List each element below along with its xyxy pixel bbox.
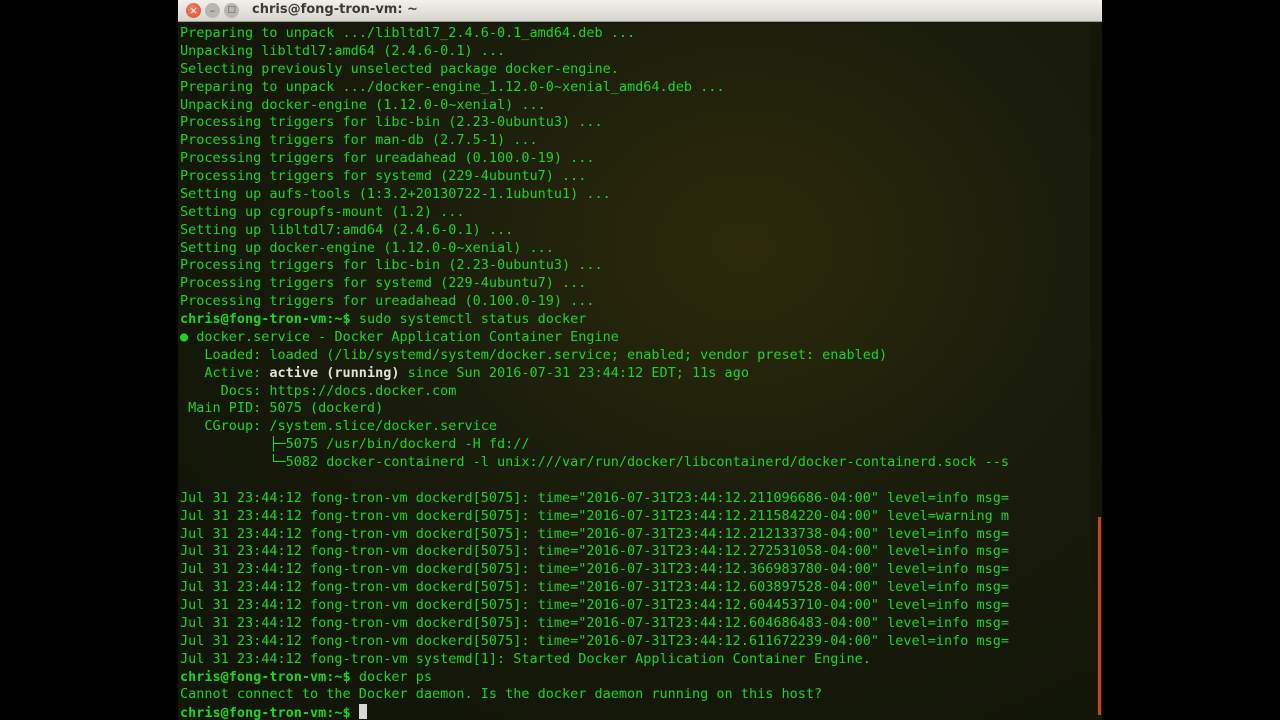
terminal-line-text: ├─5075 /usr/bin/dockerd -H fd:// xyxy=(180,436,530,453)
close-icon[interactable]: × xyxy=(186,3,201,18)
terminal-line: Processing triggers for man-db (2.7.5-1)… xyxy=(180,132,1090,150)
terminal-line: chris@fong-tron-vm:~$ sudo systemctl sta… xyxy=(180,311,1090,329)
terminal-line-text: docker.service - Docker Application Cont… xyxy=(188,328,619,345)
shell-prompt: chris@fong-tron-vm:~$ xyxy=(180,311,359,327)
terminal-line: ├─5075 /usr/bin/dockerd -H fd:// xyxy=(180,436,1090,454)
terminal-line: Jul 31 23:44:12 fong-tron-vm dockerd[507… xyxy=(180,526,1090,544)
active-status-value: active (running) xyxy=(269,364,400,381)
status-field-detail: since Sun 2016-07-31 23:44:12 EDT; 11s a… xyxy=(399,364,749,381)
terminal-line: Preparing to unpack .../docker-engine_1.… xyxy=(180,79,1090,97)
terminal-line-text: Jul 31 23:44:12 fong-tron-vm dockerd[507… xyxy=(180,543,1010,560)
terminal-line: chris@fong-tron-vm:~$ xyxy=(180,704,1090,720)
terminal-window: × – □ chris@fong-tron-vm: ~ Preparing to… xyxy=(178,0,1102,720)
terminal-line: Setting up cgroupfs-mount (1.2) ... xyxy=(180,204,1090,222)
terminal-line: Jul 31 23:44:12 fong-tron-vm dockerd[507… xyxy=(180,508,1090,526)
terminal-line: Jul 31 23:44:12 fong-tron-vm dockerd[507… xyxy=(180,597,1090,615)
terminal-line: Setting up docker-engine (1.12.0-0~xenia… xyxy=(180,240,1090,258)
title-bar[interactable]: × – □ chris@fong-tron-vm: ~ xyxy=(178,0,1102,22)
terminal-line-text: Processing triggers for libc-bin (2.23-0… xyxy=(180,114,603,131)
terminal-output[interactable]: Preparing to unpack .../libltdl7_2.4.6-0… xyxy=(178,24,1090,720)
terminal-line-text: Processing triggers for ureadahead (0.10… xyxy=(180,150,595,167)
terminal-line-text: Processing triggers for systemd (229-4ub… xyxy=(180,275,587,292)
terminal-line-text: Setting up docker-engine (1.12.0-0~xenia… xyxy=(180,239,554,256)
status-field-label: Active: xyxy=(180,364,270,381)
window-title: chris@fong-tron-vm: ~ xyxy=(252,2,418,17)
terminal-line-text: Setting up libltdl7:amd64 (2.4.6-0.1) ..… xyxy=(180,221,514,238)
maximize-icon[interactable]: □ xyxy=(224,3,239,18)
scrollbar-thumb[interactable] xyxy=(1098,517,1101,715)
terminal-line: Jul 31 23:44:12 fong-tron-vm dockerd[507… xyxy=(180,579,1090,597)
terminal-line-text: Setting up aufs-tools (1:3.2+20130722-1.… xyxy=(180,185,611,202)
terminal-line: Cannot connect to the Docker daemon. Is … xyxy=(180,686,1090,704)
terminal-line: Processing triggers for ureadahead (0.10… xyxy=(180,293,1090,311)
terminal-line: Selecting previously unselected package … xyxy=(180,61,1090,79)
text-cursor xyxy=(358,704,367,720)
terminal-line-text: Docs: https://docs.docker.com xyxy=(180,382,457,399)
terminal-line: Jul 31 23:44:12 fong-tron-vm systemd[1]:… xyxy=(180,651,1090,669)
terminal-line-text: Processing triggers for man-db (2.7.5-1)… xyxy=(180,132,538,149)
terminal-line-text: Processing triggers for systemd (229-4ub… xyxy=(180,168,587,184)
terminal-line-text: Loaded: loaded (/lib/systemd/system/dock… xyxy=(180,346,888,363)
terminal-line: Processing triggers for systemd (229-4ub… xyxy=(180,275,1090,293)
terminal-line: Jul 31 23:44:12 fong-tron-vm dockerd[507… xyxy=(180,615,1090,633)
terminal-line: Processing triggers for libc-bin (2.23-0… xyxy=(180,114,1090,132)
terminal-line: Jul 31 23:44:12 fong-tron-vm dockerd[507… xyxy=(180,561,1090,579)
scrollbar[interactable] xyxy=(1090,24,1102,720)
terminal-line: Docs: https://docs.docker.com xyxy=(180,383,1090,401)
terminal-line-text: Unpacking libltdl7:amd64 (2.4.6-0.1) ... xyxy=(180,42,506,59)
terminal-line-text: Jul 31 23:44:12 fong-tron-vm dockerd[507… xyxy=(180,597,1010,613)
terminal-line: Jul 31 23:44:12 fong-tron-vm dockerd[507… xyxy=(180,490,1090,508)
terminal-line: chris@fong-tron-vm:~$ docker ps xyxy=(180,669,1090,687)
terminal-line-text: Preparing to unpack .../docker-engine_1.… xyxy=(180,78,725,95)
terminal-line-text: Processing triggers for libc-bin (2.23-0… xyxy=(180,257,603,274)
terminal-line: Main PID: 5075 (dockerd) xyxy=(180,400,1090,418)
terminal-line: Processing triggers for libc-bin (2.23-0… xyxy=(180,257,1090,275)
terminal-line-text: Setting up cgroupfs-mount (1.2) ... xyxy=(180,203,465,220)
terminal-line: Unpacking docker-engine (1.12.0-0~xenial… xyxy=(180,97,1090,115)
terminal-line-text: Jul 31 23:44:12 fong-tron-vm dockerd[507… xyxy=(180,579,1010,596)
terminal-line: Preparing to unpack .../libltdl7_2.4.6-0… xyxy=(180,25,1090,43)
terminal-line: Processing triggers for systemd (229-4ub… xyxy=(180,168,1090,186)
terminal-line: Unpacking libltdl7:amd64 (2.4.6-0.1) ... xyxy=(180,43,1090,61)
terminal-line: Jul 31 23:44:12 fong-tron-vm dockerd[507… xyxy=(180,633,1090,651)
terminal-line-text: └─5082 docker-containerd -l unix:///var/… xyxy=(180,454,1010,470)
terminal-line: └─5082 docker-containerd -l unix:///var/… xyxy=(180,454,1090,472)
shell-command: sudo systemctl status docker xyxy=(358,311,587,327)
terminal-line: Active: active (running) since Sun 2016-… xyxy=(180,365,1090,383)
terminal-line-text: Cannot connect to the Docker daemon. Is … xyxy=(180,686,823,703)
terminal-line-text: Processing triggers for ureadahead (0.10… xyxy=(180,293,595,310)
terminal-line: Setting up libltdl7:amd64 (2.4.6-0.1) ..… xyxy=(180,222,1090,240)
terminal-line-text: Jul 31 23:44:12 fong-tron-vm dockerd[507… xyxy=(180,525,1010,542)
terminal-line-text: CGroup: /system.slice/docker.service xyxy=(180,418,497,435)
terminal-line-text: Unpacking docker-engine (1.12.0-0~xenial… xyxy=(180,96,546,113)
terminal-lines: Preparing to unpack .../libltdl7_2.4.6-0… xyxy=(180,25,1090,720)
terminal-line-text: Jul 31 23:44:12 fong-tron-vm dockerd[507… xyxy=(180,632,1010,649)
shell-prompt: chris@fong-tron-vm:~$ xyxy=(180,705,359,720)
terminal-line: Processing triggers for ureadahead (0.10… xyxy=(180,150,1090,168)
terminal-line-text: Selecting previously unselected package … xyxy=(180,60,619,77)
shell-prompt: chris@fong-tron-vm:~$ xyxy=(180,668,359,685)
minimize-icon[interactable]: – xyxy=(205,3,220,18)
status-dot-icon: ● xyxy=(180,328,189,345)
terminal-line-text: Jul 31 23:44:12 fong-tron-vm dockerd[507… xyxy=(180,507,1010,524)
terminal-line: Jul 31 23:44:12 fong-tron-vm dockerd[507… xyxy=(180,543,1090,561)
terminal-line-text: Jul 31 23:44:12 fong-tron-vm systemd[1]:… xyxy=(180,650,871,667)
terminal-line-text: Jul 31 23:44:12 fong-tron-vm dockerd[507… xyxy=(180,561,1010,578)
shell-command: docker ps xyxy=(358,668,432,685)
terminal-line: ● docker.service - Docker Application Co… xyxy=(180,329,1090,347)
terminal-line: Setting up aufs-tools (1:3.2+20130722-1.… xyxy=(180,186,1090,204)
terminal-line-text: Preparing to unpack .../libltdl7_2.4.6-0… xyxy=(180,25,636,41)
terminal-line-text: Jul 31 23:44:12 fong-tron-vm dockerd[507… xyxy=(180,614,1010,631)
terminal-line: Loaded: loaded (/lib/systemd/system/dock… xyxy=(180,347,1090,365)
terminal-line-text: Jul 31 23:44:12 fong-tron-vm dockerd[507… xyxy=(180,489,1010,506)
terminal-line: CGroup: /system.slice/docker.service xyxy=(180,418,1090,436)
terminal-line-text: Main PID: 5075 (dockerd) xyxy=(180,400,384,417)
